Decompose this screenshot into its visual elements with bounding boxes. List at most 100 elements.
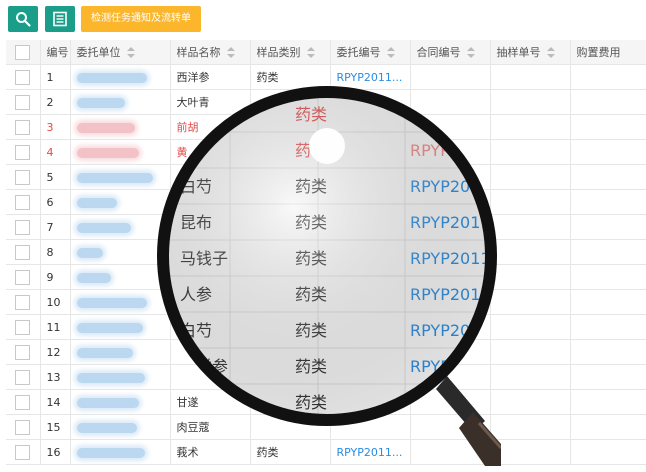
cell-purchase-cost bbox=[570, 389, 646, 415]
col-sample-name[interactable]: 样品名称 bbox=[170, 40, 251, 65]
cell-commission-no[interactable] bbox=[330, 389, 411, 415]
row-checkbox[interactable] bbox=[6, 164, 41, 190]
cell-client bbox=[70, 439, 171, 465]
cell-client bbox=[70, 364, 171, 390]
cell-commission-no[interactable] bbox=[330, 314, 411, 340]
cell-client bbox=[70, 189, 171, 215]
col-client[interactable]: 委托单位 bbox=[70, 40, 171, 65]
redacted-client bbox=[76, 347, 133, 358]
row-checkbox[interactable] bbox=[6, 189, 41, 215]
cell-category bbox=[250, 414, 331, 440]
row-checkbox[interactable] bbox=[6, 289, 41, 315]
cell-sample-name bbox=[170, 239, 251, 265]
cell-purchase-cost bbox=[570, 189, 646, 215]
cell-no: 8 bbox=[40, 239, 71, 265]
cell-sample-name: 甘遂 bbox=[170, 389, 251, 415]
cell-purchase-cost bbox=[570, 339, 646, 365]
cell-client bbox=[70, 339, 171, 365]
search-button[interactable] bbox=[8, 6, 38, 32]
cell-no: 7 bbox=[40, 214, 71, 240]
cell-category bbox=[250, 389, 331, 415]
table-row[interactable]: 13 bbox=[6, 364, 646, 390]
row-checkbox[interactable] bbox=[6, 339, 41, 365]
table-row[interactable]: 14 甘遂 bbox=[6, 389, 646, 415]
cell-sample-name bbox=[170, 289, 251, 315]
cell-contract-no bbox=[410, 364, 491, 390]
table-row[interactable]: 4黄 bbox=[6, 139, 646, 165]
table-row[interactable]: 12 bbox=[6, 339, 646, 365]
cell-purchase-cost bbox=[570, 64, 646, 90]
cell-commission-no[interactable] bbox=[330, 339, 411, 365]
cell-no: 13 bbox=[40, 364, 71, 390]
row-checkbox[interactable] bbox=[6, 439, 41, 465]
cell-client bbox=[70, 64, 171, 90]
col-commission-no[interactable]: 委托编号 bbox=[330, 40, 411, 65]
table-row[interactable]: 1 西洋参 药类 RPYP2011... bbox=[6, 64, 646, 90]
cell-sample-name bbox=[170, 214, 251, 240]
table-row[interactable]: 15 肉豆蔻 bbox=[6, 414, 646, 440]
cell-commission-no[interactable] bbox=[330, 414, 411, 440]
cell-purchase-cost bbox=[570, 264, 646, 290]
cell-category bbox=[250, 339, 331, 365]
cell-purchase-cost bbox=[570, 289, 646, 315]
cell-sampling-no bbox=[490, 264, 571, 290]
table-row[interactable]: 11 bbox=[6, 314, 646, 340]
col-category[interactable]: 样品类别 bbox=[250, 40, 331, 65]
row-checkbox[interactable] bbox=[6, 364, 41, 390]
row-checkbox[interactable] bbox=[6, 64, 41, 90]
cell-contract-no bbox=[410, 389, 491, 415]
table-row[interactable]: 7 bbox=[6, 214, 646, 240]
col-contract-no[interactable]: 合同编号 bbox=[410, 40, 491, 65]
row-checkbox[interactable] bbox=[6, 314, 41, 340]
cell-client bbox=[70, 164, 171, 190]
cell-no: 14 bbox=[40, 389, 71, 415]
col-sampling-no[interactable]: 抽样单号 bbox=[490, 40, 571, 65]
notify-button[interactable]: 检测任务通知及流转单 bbox=[81, 6, 201, 32]
cell-commission-no[interactable] bbox=[330, 189, 411, 215]
cell-commission-no[interactable] bbox=[330, 264, 411, 290]
row-checkbox[interactable] bbox=[6, 214, 41, 240]
cell-no: 15 bbox=[40, 414, 71, 440]
row-checkbox[interactable] bbox=[6, 389, 41, 415]
row-checkbox[interactable] bbox=[6, 414, 41, 440]
cell-commission-no[interactable] bbox=[330, 214, 411, 240]
cell-sampling-no bbox=[490, 289, 571, 315]
cell-commission-no[interactable] bbox=[330, 89, 411, 115]
cell-commission-no[interactable]: RPYP2011... bbox=[330, 64, 411, 90]
cell-contract-no bbox=[410, 339, 491, 365]
table-row[interactable]: 10 bbox=[6, 289, 646, 315]
table-row[interactable]: 6 bbox=[6, 189, 646, 215]
table-row[interactable]: 16 莪术 药类 RPYP2011... bbox=[6, 439, 646, 465]
redacted-client bbox=[76, 297, 147, 308]
cell-contract-no bbox=[410, 214, 491, 240]
cell-commission-no[interactable] bbox=[330, 139, 411, 165]
select-all-checkbox[interactable] bbox=[6, 40, 41, 65]
cell-client bbox=[70, 214, 171, 240]
cell-sample-name bbox=[170, 339, 251, 365]
table-row[interactable]: 9 bbox=[6, 264, 646, 290]
cell-commission-no[interactable]: RPYP2011... bbox=[330, 439, 411, 465]
cell-purchase-cost bbox=[570, 414, 646, 440]
row-checkbox[interactable] bbox=[6, 89, 41, 115]
cell-commission-no[interactable] bbox=[330, 164, 411, 190]
cell-category bbox=[250, 139, 331, 165]
table-row[interactable]: 5 bbox=[6, 164, 646, 190]
col-purchase-cost: 购置费用 bbox=[570, 40, 646, 65]
table-row[interactable]: 3 前胡 bbox=[6, 114, 646, 140]
redacted-client bbox=[76, 97, 125, 108]
cell-commission-no[interactable] bbox=[330, 239, 411, 265]
table-row[interactable]: 2 大叶青 bbox=[6, 89, 646, 115]
row-checkbox[interactable] bbox=[6, 264, 41, 290]
list-button[interactable] bbox=[45, 6, 75, 32]
table-row[interactable]: 8 bbox=[6, 239, 646, 265]
cell-contract-no bbox=[410, 439, 491, 465]
cell-commission-no[interactable] bbox=[330, 114, 411, 140]
row-checkbox[interactable] bbox=[6, 139, 41, 165]
cell-commission-no[interactable] bbox=[330, 289, 411, 315]
col-no: 编号 bbox=[40, 40, 71, 65]
cell-client bbox=[70, 239, 171, 265]
cell-commission-no[interactable] bbox=[330, 364, 411, 390]
cell-contract-no bbox=[410, 189, 491, 215]
row-checkbox[interactable] bbox=[6, 114, 41, 140]
row-checkbox[interactable] bbox=[6, 239, 41, 265]
